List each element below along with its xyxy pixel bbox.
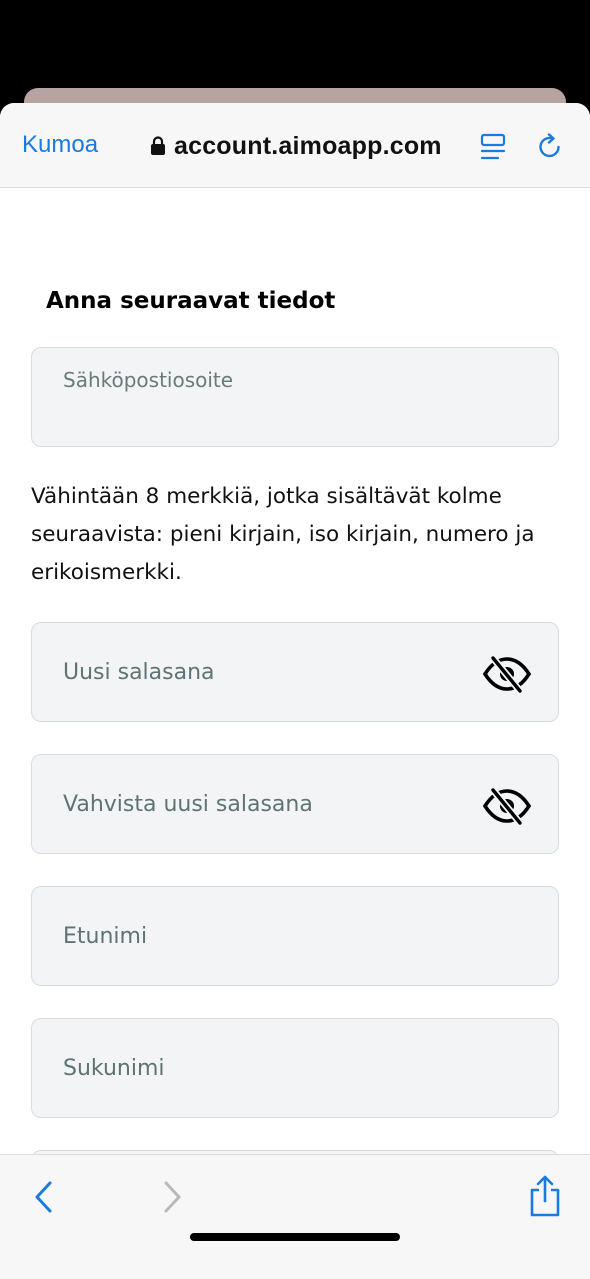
reload-icon[interactable] xyxy=(536,133,564,161)
browser-sheet: Kumoa account.aimoapp.com Anna seuraavat… xyxy=(0,103,590,1279)
first-name-field[interactable] xyxy=(31,886,559,986)
page-title: Anna seuraavat tiedot xyxy=(46,288,336,314)
confirm-password-input[interactable] xyxy=(32,755,558,853)
reader-icon[interactable] xyxy=(480,133,506,161)
new-password-field[interactable] xyxy=(31,622,559,722)
chevron-left-icon[interactable] xyxy=(32,1179,56,1215)
browser-bottom-toolbar xyxy=(0,1154,590,1279)
confirm-password-field[interactable] xyxy=(31,754,559,854)
last-name-field[interactable] xyxy=(31,1018,559,1118)
url-text: account.aimoapp.com xyxy=(174,131,442,160)
password-hint: Vähintään 8 merkkiä, jotka sisältävät ko… xyxy=(31,484,535,585)
cancel-button[interactable]: Kumoa xyxy=(22,131,98,159)
first-name-input[interactable] xyxy=(32,887,558,985)
eye-off-icon[interactable] xyxy=(482,655,532,693)
chevron-right-icon[interactable] xyxy=(160,1179,184,1215)
last-name-input[interactable] xyxy=(32,1019,558,1117)
address-bar[interactable]: account.aimoapp.com xyxy=(150,129,442,163)
email-field[interactable]: Sähköpostiosoite xyxy=(31,347,559,447)
new-password-input[interactable] xyxy=(32,623,558,721)
browser-top-bar: Kumoa account.aimoapp.com xyxy=(0,103,590,188)
eye-off-icon[interactable] xyxy=(482,787,532,825)
email-label: Sähköpostiosoite xyxy=(63,368,234,392)
share-icon[interactable] xyxy=(528,1175,562,1217)
home-indicator xyxy=(190,1233,400,1241)
lock-icon xyxy=(151,136,165,155)
